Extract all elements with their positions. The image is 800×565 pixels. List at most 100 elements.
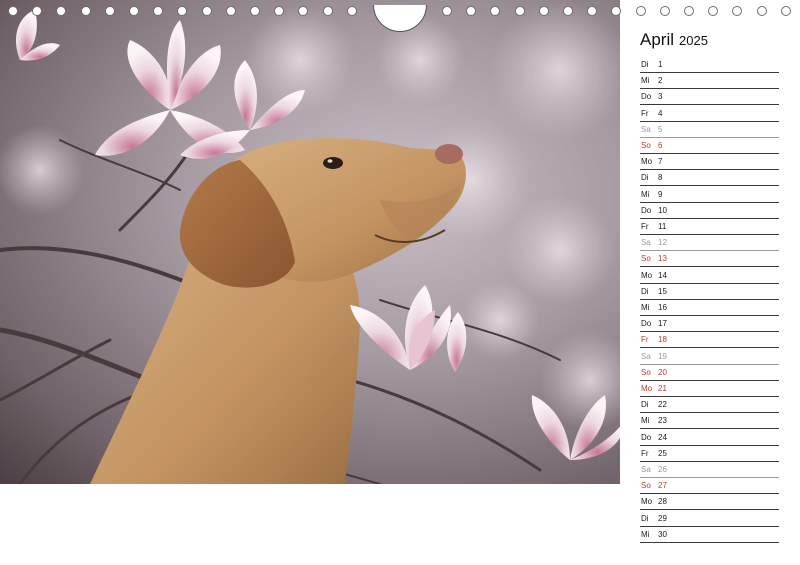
weekday-label: Fr <box>641 222 649 231</box>
day-number: 7 <box>658 157 663 167</box>
weekday-label: Mi <box>641 529 650 539</box>
day-row: Sa 26 <box>640 462 779 478</box>
day-row: Mo 14 <box>640 268 779 284</box>
weekday-label: Di <box>641 513 649 523</box>
weekday-label: Mi <box>641 76 650 86</box>
binding-hole <box>442 6 452 16</box>
day-row: Fr 11 <box>640 219 779 235</box>
binding-hole <box>538 6 549 16</box>
day-row: Mo 21 <box>640 381 779 397</box>
day-number: 17 <box>658 319 667 329</box>
day-number: 25 <box>658 448 667 458</box>
binding-hole <box>563 6 573 16</box>
binding-hole <box>274 6 285 16</box>
weekday-label: Fr <box>641 335 649 345</box>
day-row: Mo 7 <box>640 154 779 171</box>
day-row: Fr 18 <box>640 332 779 349</box>
weekday-label: Do <box>641 319 652 329</box>
day-row: Do 17 <box>640 316 779 333</box>
weekday-label: Sa <box>641 351 651 361</box>
binding-hole <box>587 6 598 16</box>
binding-hole <box>80 6 91 16</box>
binding-hole <box>780 6 791 16</box>
weekday-label: So <box>641 254 651 264</box>
day-number: 8 <box>658 173 663 183</box>
day-row: Di 15 <box>640 284 779 300</box>
day-row: Fr 25 <box>640 446 779 462</box>
day-number: 12 <box>658 238 667 248</box>
weekday-label: Di <box>641 400 649 410</box>
weekday-label: Mo <box>641 384 653 393</box>
day-row: Mi 16 <box>640 300 779 316</box>
day-row: Di 8 <box>640 170 779 187</box>
weekday-label: Fr <box>641 448 649 458</box>
day-number: 26 <box>658 465 667 474</box>
weekday-label: Do <box>641 432 652 442</box>
binding-hole <box>104 6 115 16</box>
weekday-label: Di <box>641 173 649 183</box>
weekday-label: Sa <box>641 465 651 474</box>
weekday-label: Mi <box>641 189 650 199</box>
weekday-label: So <box>641 141 651 150</box>
day-row: Mi 23 <box>640 413 779 430</box>
binding-hole <box>129 6 139 16</box>
binding-hole <box>659 6 670 16</box>
day-row: Di 22 <box>640 397 779 414</box>
weekday-label: Mi <box>641 416 650 426</box>
day-row: Sa 12 <box>640 235 779 252</box>
dog-photo <box>0 0 620 484</box>
binding-hole <box>732 6 743 16</box>
day-number: 13 <box>658 254 667 264</box>
day-number: 30 <box>658 529 667 539</box>
day-number: 2 <box>658 76 663 86</box>
binding-hole <box>756 6 767 16</box>
weekday-label: Sa <box>641 238 651 248</box>
weekday-label: Fr <box>641 108 649 118</box>
day-row: So 13 <box>640 251 779 268</box>
day-number: 24 <box>658 432 667 442</box>
day-number: 1 <box>658 60 663 69</box>
year: 2025 <box>679 33 708 48</box>
calendar-page: April 2025 Di 1 Mi 2 Do 3 Fr 4 Sa 5 So 6 Mo 7 Di 8 Mi 9 Do… <box>0 0 800 565</box>
day-number: 28 <box>658 497 667 507</box>
day-number: 16 <box>658 303 667 312</box>
binding-hole <box>250 6 260 16</box>
weekday-label: So <box>641 367 651 377</box>
day-row: Mi 30 <box>640 527 779 543</box>
day-number: 5 <box>658 124 663 134</box>
day-number: 15 <box>658 286 667 296</box>
binding-hole <box>56 6 67 16</box>
weekday-label: Di <box>641 286 649 296</box>
day-row: So 6 <box>640 138 779 154</box>
binding-hole <box>225 6 236 16</box>
day-row: Do 10 <box>640 203 779 219</box>
day-number: 3 <box>658 92 663 102</box>
day-number: 29 <box>658 513 667 523</box>
day-number: 9 <box>658 189 663 199</box>
binding-hole <box>32 6 43 16</box>
day-row: Do 24 <box>640 430 779 446</box>
binding-hole <box>322 6 333 16</box>
day-number: 14 <box>658 270 667 280</box>
binding-hole <box>346 6 357 16</box>
binding-hole <box>611 6 622 16</box>
binding-hole <box>8 6 18 16</box>
day-row: Sa 19 <box>640 349 779 365</box>
day-row: Mo 28 <box>640 494 779 511</box>
binding-hole <box>153 6 164 16</box>
binding-hole <box>490 6 501 16</box>
binding-hole <box>177 6 188 16</box>
day-row: Do 3 <box>640 89 779 106</box>
day-number: 27 <box>658 481 667 491</box>
weekday-label: Sa <box>641 124 651 134</box>
month-name: April <box>640 30 675 49</box>
binding-hole <box>514 6 525 16</box>
weekday-label: Mo <box>641 497 653 507</box>
day-number: 20 <box>658 367 667 377</box>
weekday-label: Mo <box>641 157 653 167</box>
day-number: 10 <box>658 205 667 215</box>
binding-hole <box>201 6 212 16</box>
binding-hole <box>708 6 719 16</box>
day-row: Di 29 <box>640 511 779 527</box>
binding-hole <box>635 6 646 16</box>
